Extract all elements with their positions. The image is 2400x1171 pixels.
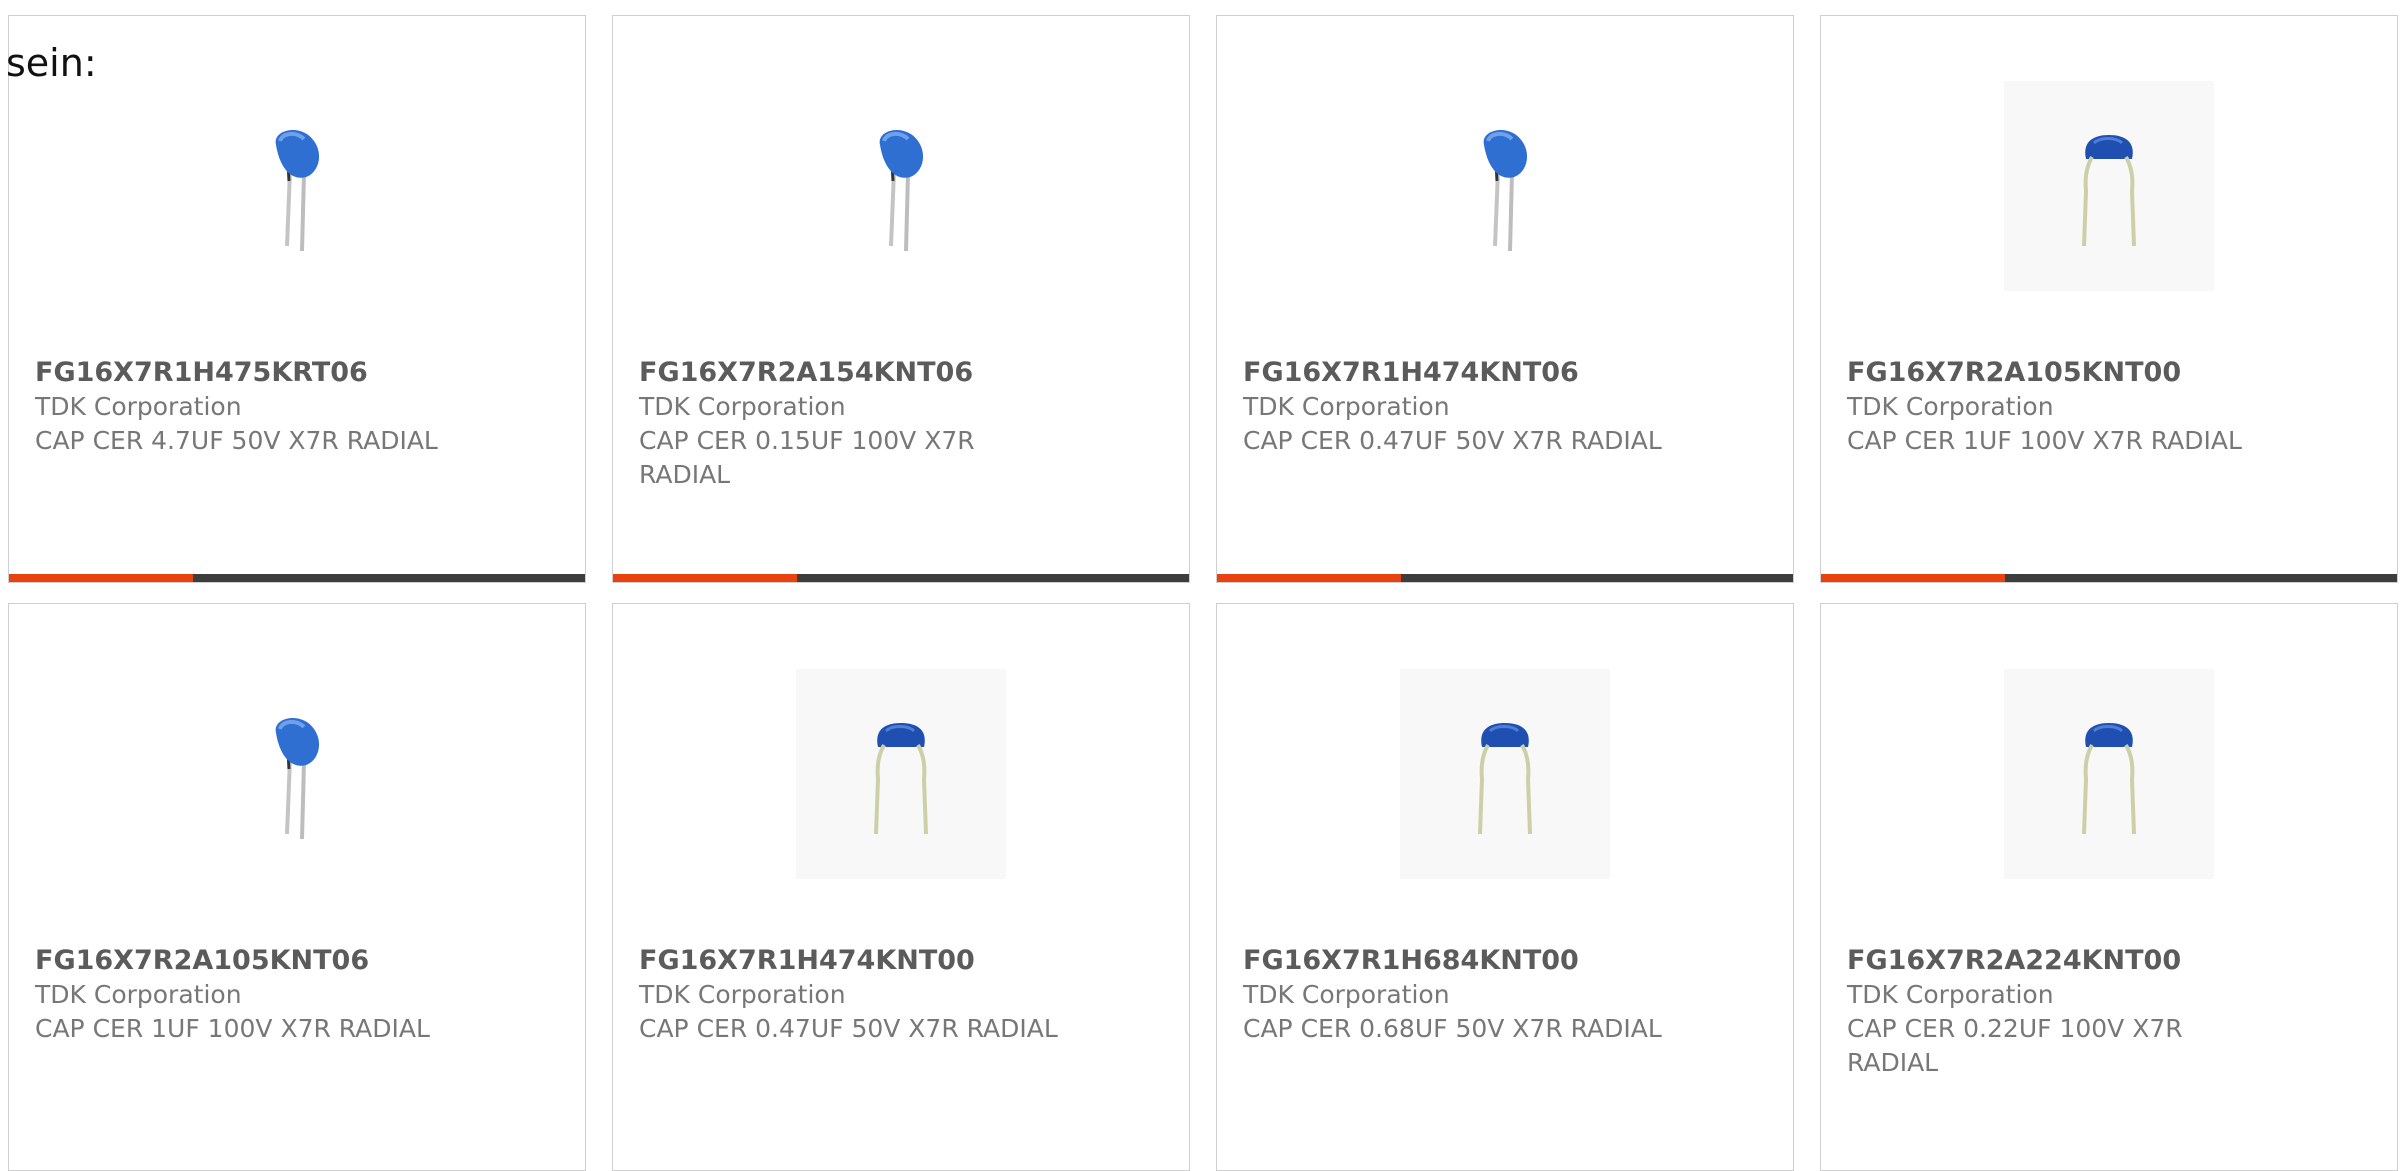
description: CAP CER 0.15UF 100V X7R RADIAL: [639, 426, 975, 489]
progress-bar: [9, 574, 585, 582]
product-card[interactable]: FG16X7R2A105KNT06 TDK Corporation CAP CE…: [8, 603, 586, 1171]
product-info: FG16X7R2A105KNT00 TDK Corporation CAP CE…: [1847, 356, 2371, 458]
progress-bar-fill: [1821, 574, 2006, 582]
product-card[interactable]: FG16X7R2A224KNT00 TDK Corporation CAP CE…: [1820, 603, 2398, 1171]
manufacturer: TDK Corporation: [1243, 980, 1450, 1009]
description: CAP CER 0.47UF 50V X7R RADIAL: [1243, 426, 1662, 455]
progress-bar: [613, 574, 1189, 582]
product-info: FG16X7R2A105KNT06 TDK Corporation CAP CE…: [35, 944, 559, 1046]
progress-bar: [1217, 574, 1793, 582]
product-info: FG16X7R1H475KRT06 TDK Corporation CAP CE…: [35, 356, 559, 458]
manufacturer: TDK Corporation: [1847, 980, 2054, 1009]
product-card[interactable]: FG16X7R1H684KNT00 TDK Corporation CAP CE…: [1216, 603, 1794, 1171]
description: CAP CER 0.68UF 50V X7R RADIAL: [1243, 1014, 1662, 1043]
progress-bar: [1821, 574, 2397, 582]
capacitor-side-icon[interactable]: [1400, 81, 1610, 291]
product-card[interactable]: FG16X7R2A105KNT00 TDK Corporation CAP CE…: [1820, 15, 2398, 583]
capacitor-side-icon[interactable]: [796, 81, 1006, 291]
product-card[interactable]: FG16X7R1H474KNT00 TDK Corporation CAP CE…: [612, 603, 1190, 1171]
product-grid: FG16X7R1H475KRT06 TDK Corporation CAP CE…: [8, 15, 2400, 1171]
manufacturer: TDK Corporation: [1847, 392, 2054, 421]
capacitor-front-icon[interactable]: [1400, 669, 1610, 879]
description: CAP CER 0.47UF 50V X7R RADIAL: [639, 1014, 1058, 1043]
product-card[interactable]: FG16X7R2A154KNT06 TDK Corporation CAP CE…: [612, 15, 1190, 583]
product-info: FG16X7R1H474KNT06 TDK Corporation CAP CE…: [1243, 356, 1767, 458]
description: CAP CER 4.7UF 50V X7R RADIAL: [35, 426, 438, 455]
capacitor-front-icon[interactable]: [2004, 669, 2214, 879]
part-number[interactable]: FG16X7R2A224KNT00: [1847, 944, 2371, 978]
progress-bar-fill: [9, 574, 194, 582]
part-number[interactable]: FG16X7R2A105KNT06: [35, 944, 559, 978]
part-number[interactable]: FG16X7R1H474KNT00: [639, 944, 1163, 978]
part-number[interactable]: FG16X7R2A154KNT06: [639, 356, 1163, 390]
description: CAP CER 1UF 100V X7R RADIAL: [35, 1014, 430, 1043]
product-info: FG16X7R1H474KNT00 TDK Corporation CAP CE…: [639, 944, 1163, 1046]
part-number[interactable]: FG16X7R2A105KNT00: [1847, 356, 2371, 390]
part-number[interactable]: FG16X7R1H684KNT00: [1243, 944, 1767, 978]
part-number[interactable]: FG16X7R1H474KNT06: [1243, 356, 1767, 390]
product-info: FG16X7R1H684KNT00 TDK Corporation CAP CE…: [1243, 944, 1767, 1046]
product-card[interactable]: FG16X7R1H475KRT06 TDK Corporation CAP CE…: [8, 15, 586, 583]
manufacturer: TDK Corporation: [639, 392, 846, 421]
product-card[interactable]: FG16X7R1H474KNT06 TDK Corporation CAP CE…: [1216, 15, 1794, 583]
manufacturer: TDK Corporation: [639, 980, 846, 1009]
capacitor-side-icon[interactable]: [192, 81, 402, 291]
product-info: FG16X7R2A224KNT00 TDK Corporation CAP CE…: [1847, 944, 2371, 1080]
description: CAP CER 1UF 100V X7R RADIAL: [1847, 426, 2242, 455]
manufacturer: TDK Corporation: [35, 392, 242, 421]
intro-text: sein:: [6, 41, 97, 85]
description: CAP CER 0.22UF 100V X7R RADIAL: [1847, 1014, 2183, 1077]
manufacturer: TDK Corporation: [1243, 392, 1450, 421]
product-info: FG16X7R2A154KNT06 TDK Corporation CAP CE…: [639, 356, 1163, 492]
manufacturer: TDK Corporation: [35, 980, 242, 1009]
part-number[interactable]: FG16X7R1H475KRT06: [35, 356, 559, 390]
progress-bar-fill: [1217, 574, 1402, 582]
capacitor-side-icon[interactable]: [192, 669, 402, 879]
capacitor-front-icon[interactable]: [2004, 81, 2214, 291]
progress-bar-fill: [613, 574, 798, 582]
capacitor-front-icon[interactable]: [796, 669, 1006, 879]
